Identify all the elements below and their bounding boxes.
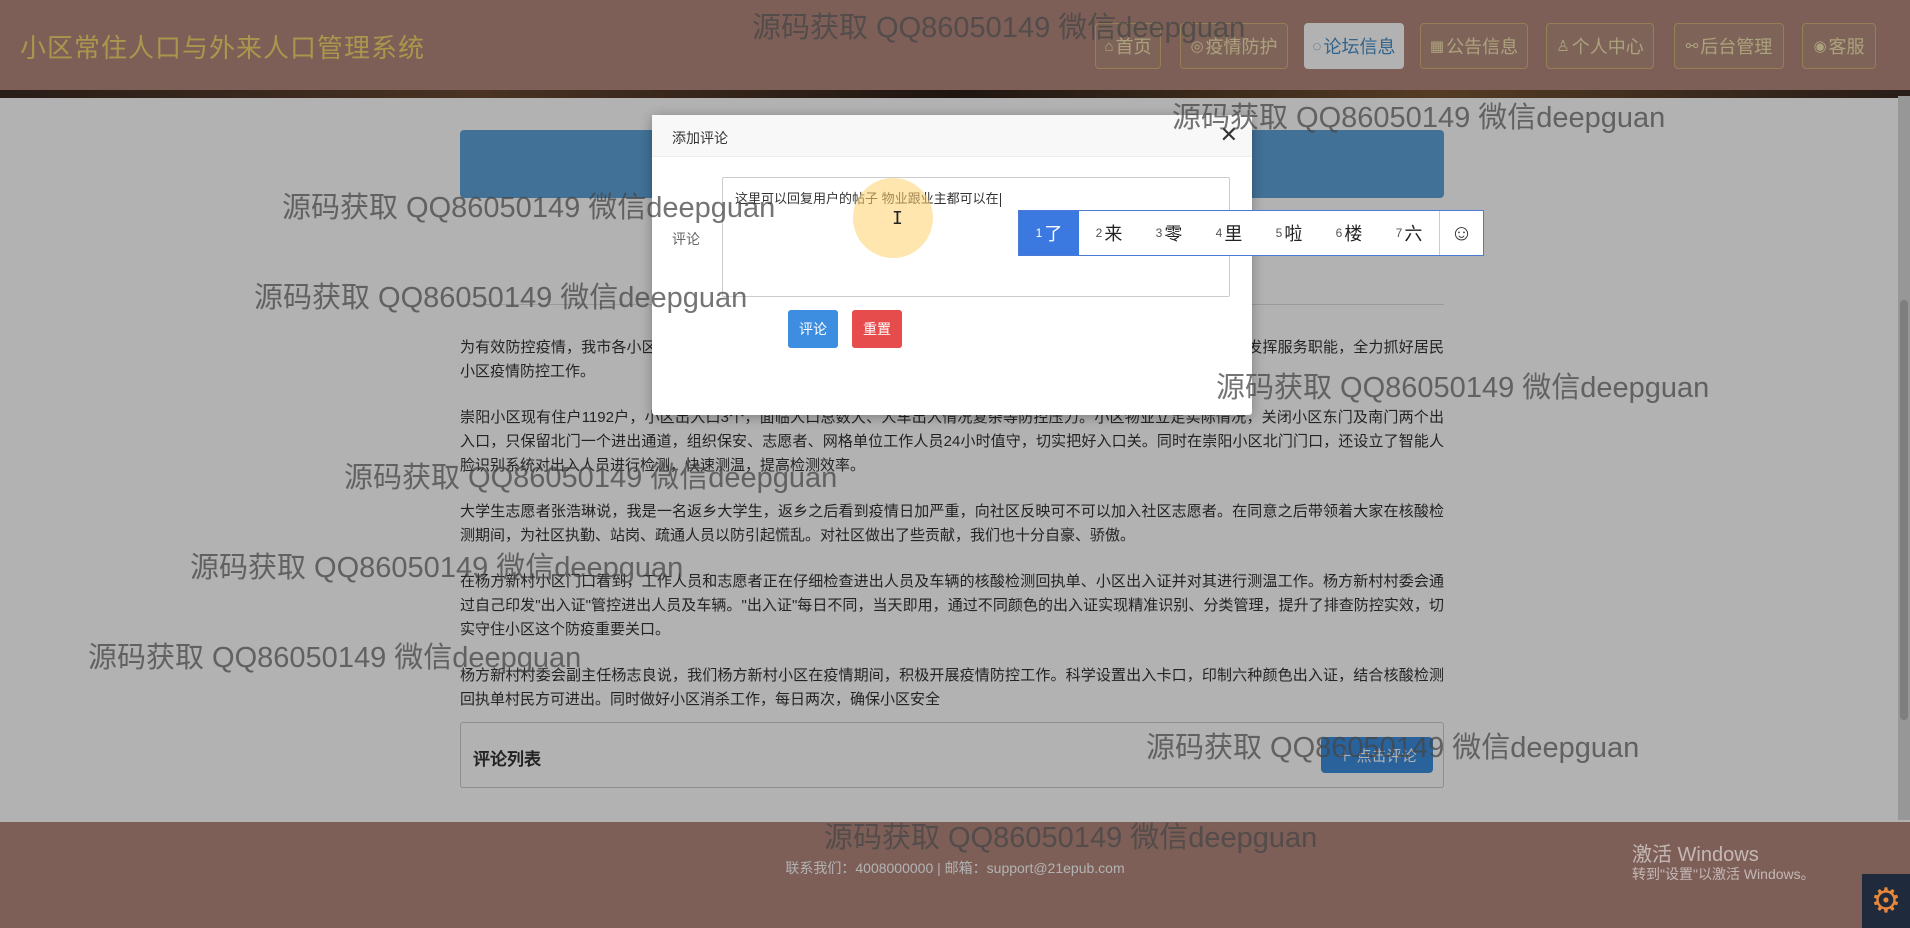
text-cursor-icon: I — [892, 208, 903, 229]
windows-activation-hint: 转到"设置"以激活 Windows。 — [1632, 866, 1815, 882]
watermark: 源码获取 QQ86050149 微信deepguan — [88, 642, 582, 674]
ime-candidate[interactable]: 4里 — [1199, 211, 1259, 255]
watermark: 源码获取 QQ86050149 微信deepguan — [1216, 372, 1710, 404]
watermark: 源码获取 QQ86050149 微信deepguan — [190, 552, 684, 584]
gear-icon[interactable]: ⚙ — [1862, 874, 1910, 928]
ime-candidate[interactable]: 7六 — [1379, 211, 1439, 255]
add-comment-dialog: 添加评论 ✕ 评论 这里可以回复用户的帖子 物业跟业主都可以在 评论 重置 — [652, 115, 1252, 415]
ime-candidate[interactable]: 5啦 — [1259, 211, 1319, 255]
ime-candidate-bar: 1了 2来 3零 4里 5啦 6楼 7六 ☺ — [1018, 210, 1484, 256]
ime-candidate[interactable]: 6楼 — [1319, 211, 1379, 255]
watermark: 源码获取 QQ86050149 微信deepguan — [824, 822, 1318, 854]
watermark: 源码获取 QQ86050149 微信deepguan — [1172, 102, 1666, 134]
emoji-icon[interactable]: ☺ — [1439, 211, 1483, 255]
reset-button[interactable]: 重置 — [852, 310, 902, 348]
watermark: 源码获取 QQ86050149 微信deepguan — [1146, 732, 1640, 764]
submit-comment-button[interactable]: 评论 — [788, 310, 838, 348]
ime-candidate[interactable]: 3零 — [1139, 211, 1199, 255]
ime-candidate[interactable]: 1了 — [1019, 211, 1079, 255]
dialog-title: 添加评论 — [672, 130, 728, 146]
watermark: 源码获取 QQ86050149 微信deepguan — [752, 12, 1246, 44]
watermark: 源码获取 QQ86050149 微信deepguan — [282, 192, 776, 224]
comment-field-label: 评论 — [672, 231, 700, 247]
watermark: 源码获取 QQ86050149 微信deepguan — [344, 462, 838, 494]
watermark: 源码获取 QQ86050149 微信deepguan — [254, 282, 748, 314]
windows-activation-title: 激活 Windows — [1632, 844, 1759, 866]
text-caret — [999, 192, 1001, 207]
ime-candidate[interactable]: 2来 — [1079, 211, 1139, 255]
dialog-header: 添加评论 ✕ — [652, 115, 1252, 157]
